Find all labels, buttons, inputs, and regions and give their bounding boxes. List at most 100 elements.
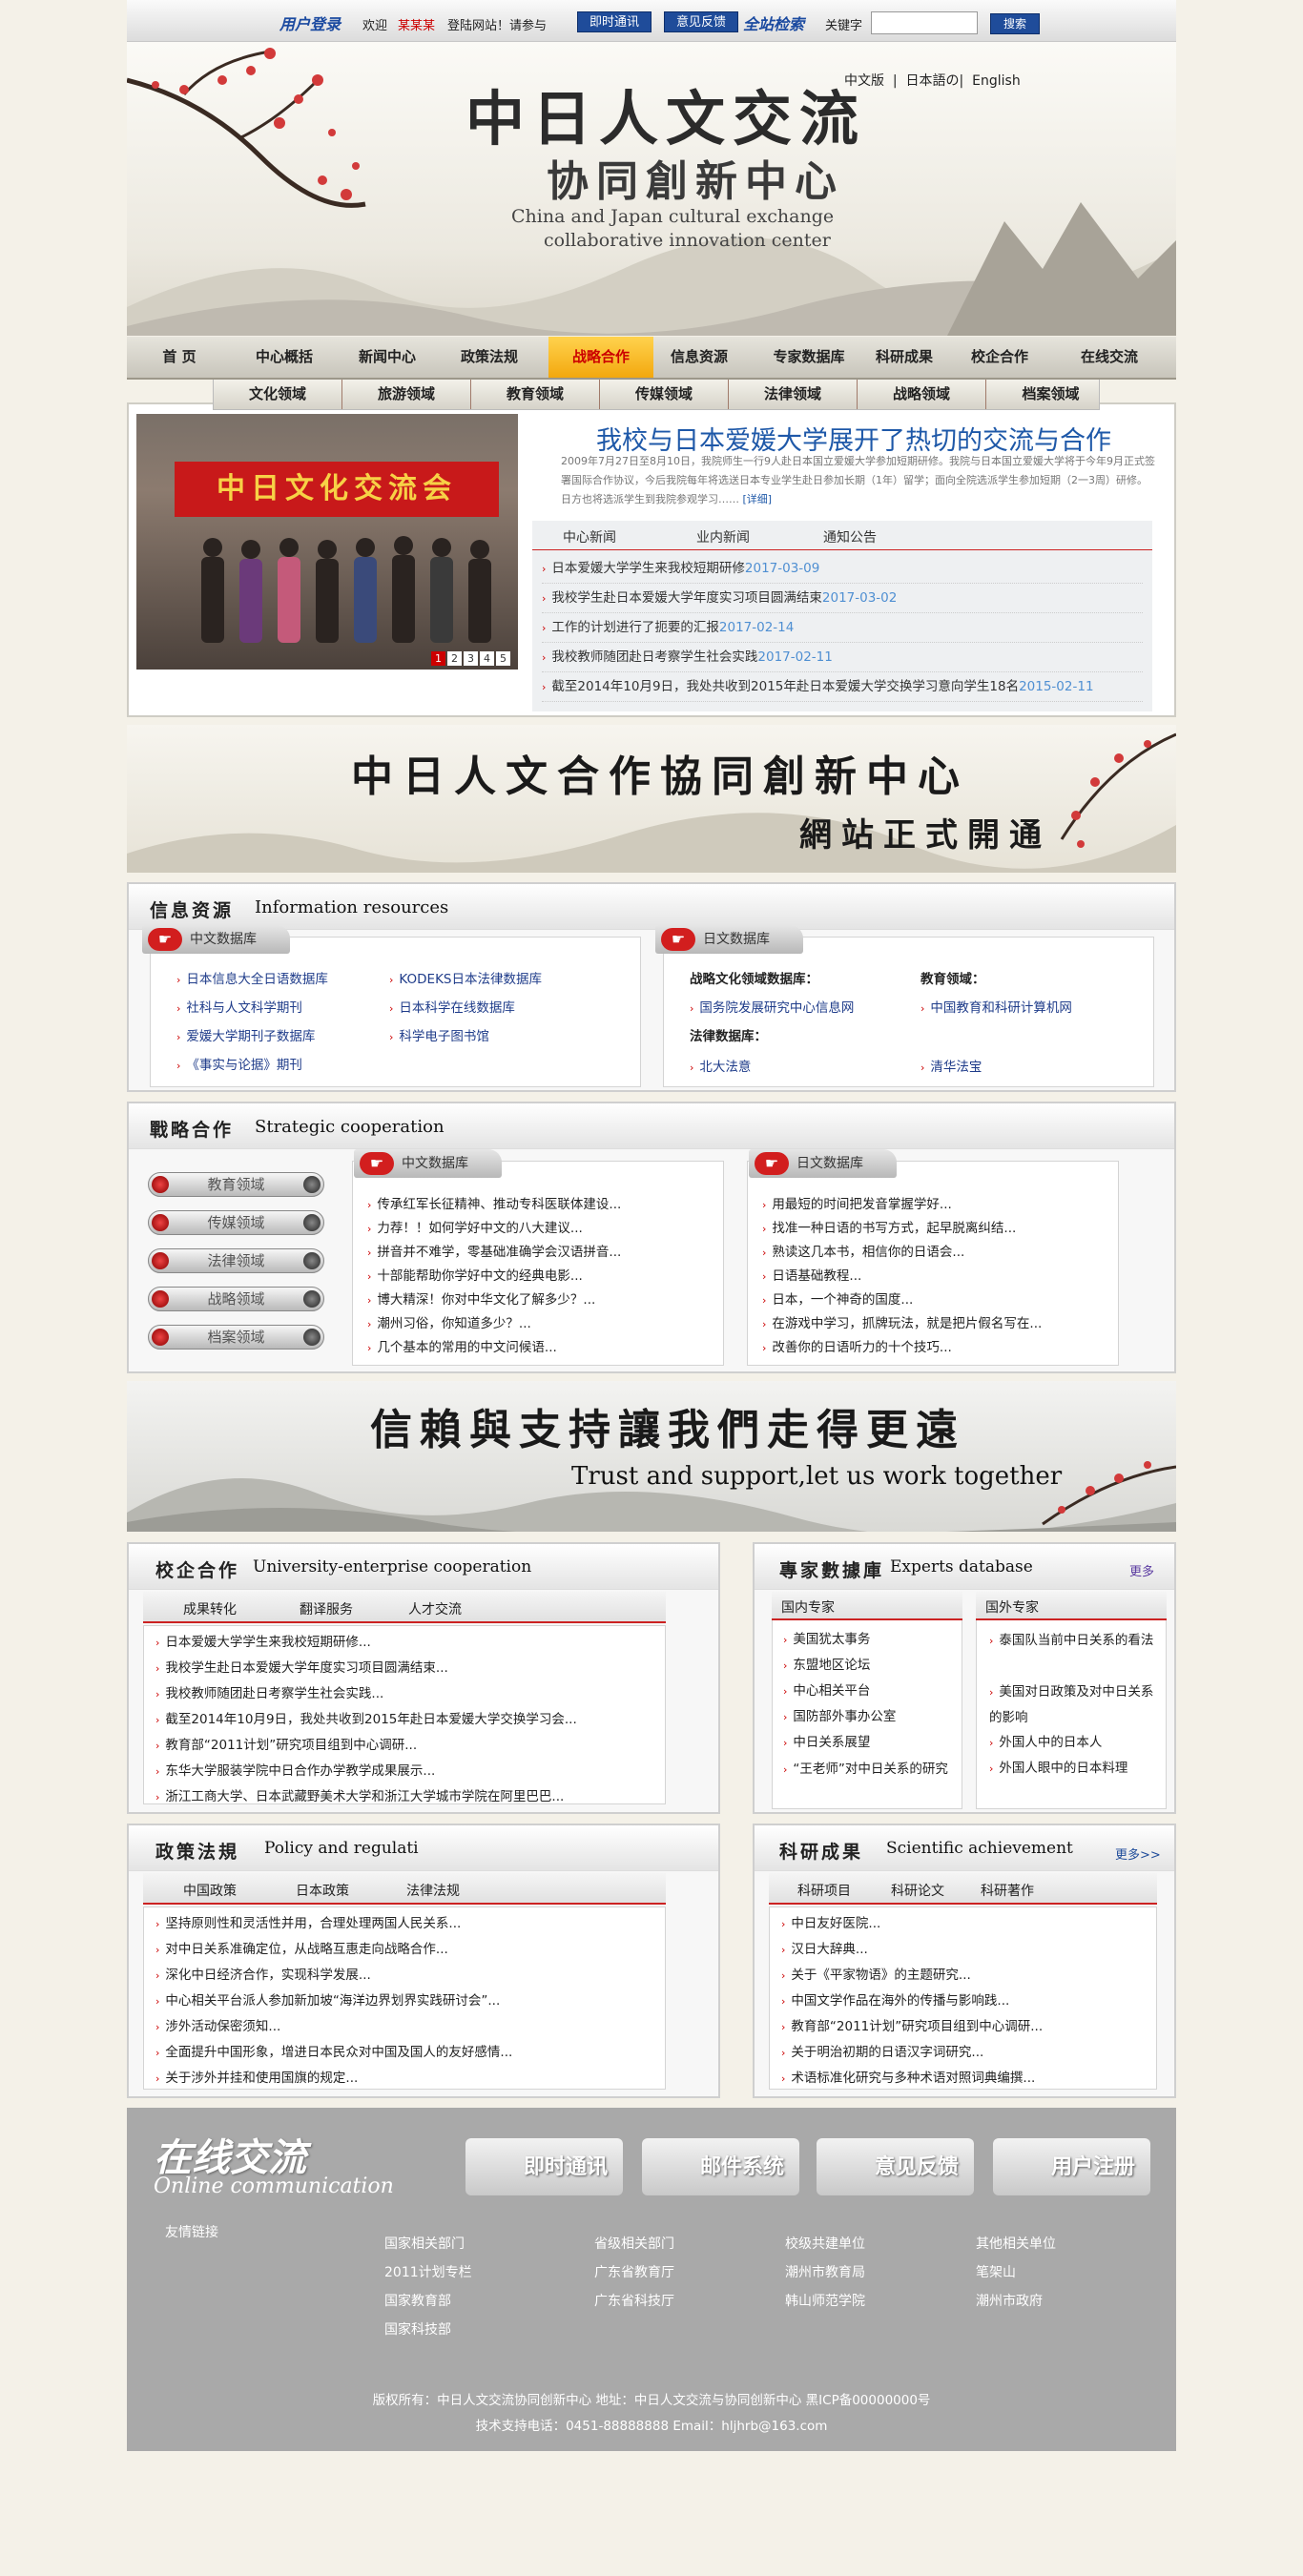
lang-japanese[interactable]: 日本語の xyxy=(906,73,960,89)
list-item[interactable]: › 涉外活动保密须知... xyxy=(155,2015,280,2034)
research-more-link[interactable]: 更多>> xyxy=(1115,1844,1161,1863)
instant-message-button[interactable]: 即时通讯 xyxy=(577,11,652,32)
pager-3[interactable]: 3 xyxy=(464,651,478,666)
pager-2[interactable]: 2 xyxy=(447,651,462,666)
list-item[interactable]: › 浙江工商大学、日本武藏野美术大学和浙江大学城市学院在阿里巴巴... xyxy=(155,1785,564,1804)
search-input[interactable] xyxy=(871,11,978,34)
tab-research-books[interactable]: 科研著作 xyxy=(981,1881,1034,1900)
cn-database-tab[interactable]: ☛ 中文数据库 xyxy=(142,925,290,954)
lang-english[interactable]: English xyxy=(972,73,1021,89)
list-item[interactable]: › 全面提升中国形象，增进日本民众对中国及国人的友好感情... xyxy=(155,2041,512,2060)
field-education-button[interactable]: 教育领域 xyxy=(148,1172,324,1197)
user-login-link[interactable]: 用户登录 xyxy=(279,11,341,34)
nav-experts[interactable]: 专家数据库 xyxy=(756,337,861,378)
list-item[interactable]: › 在游戏中学习，抓牌玩法，就是把片假名写在... xyxy=(762,1312,1042,1331)
list-item[interactable]: › 传承红军长征精神、推动专科医联体建设... xyxy=(367,1193,621,1212)
list-item[interactable]: › 《事实与论据》期刊 xyxy=(176,1054,302,1073)
list-item[interactable]: › 教育部“2011计划”研究项目组到中心调研... xyxy=(155,1734,417,1753)
list-item[interactable]: › 中日友好医院... xyxy=(781,1912,880,1931)
footer-link[interactable]: 2011计划专栏 xyxy=(384,2262,472,2281)
list-item[interactable]: › 教育部“2011计划”研究项目组到中心调研... xyxy=(781,2015,1043,2034)
footer-link[interactable]: 校级共建单位 xyxy=(785,2234,865,2253)
tab-notices[interactable]: 通知公告 xyxy=(823,527,877,546)
list-item[interactable]: › 北大法意 xyxy=(690,1056,751,1075)
nav-policy[interactable]: 政策法规 xyxy=(446,337,532,378)
footer-link[interactable]: 省级相关部门 xyxy=(594,2234,674,2253)
footer-link[interactable]: 国家科技部 xyxy=(384,2319,451,2339)
news-photo-slider[interactable]: 中日文化交流会 12345 xyxy=(136,414,518,670)
list-item[interactable]: › 中心相关平台派人参加新加坡“海洋边界划界实践研讨会”... xyxy=(155,1989,500,2009)
subnav-law[interactable]: 法律领域 xyxy=(729,380,858,409)
list-item[interactable]: › 外国人眼中的日本料理 xyxy=(989,1757,1127,1776)
list-item[interactable]: › 中日关系展望 xyxy=(783,1731,870,1750)
list-item[interactable]: › 日语基础教程... xyxy=(762,1265,861,1284)
tab-japan-policy[interactable]: 日本政策 xyxy=(296,1881,349,1900)
subnav-tourism[interactable]: 旅游领域 xyxy=(342,380,471,409)
list-item[interactable]: › 中心相关平台 xyxy=(783,1680,870,1699)
list-item[interactable]: › 科学电子图书馆 xyxy=(389,1025,489,1044)
nav-uni-enterprise[interactable]: 校企合作 xyxy=(957,337,1043,378)
cn-database-tab[interactable]: ☛ 中文数据库 xyxy=(354,1149,502,1178)
list-item[interactable]: › 深化中日经济合作，实现科学发展... xyxy=(155,1964,371,1983)
list-item[interactable]: › 中国教育和科研计算机网 xyxy=(920,997,1072,1016)
field-archive-button[interactable]: 档案领域 xyxy=(148,1325,324,1350)
list-item[interactable]: › 汉日大辞典... xyxy=(781,1938,868,1957)
nav-research[interactable]: 科研成果 xyxy=(861,337,947,378)
footer-link[interactable]: 韩山师范学院 xyxy=(785,2291,865,2310)
list-item[interactable]: › 找准一种日语的书写方式，起早脱离纠结... xyxy=(762,1217,1016,1236)
tab-talent-exchange[interactable]: 人才交流 xyxy=(408,1599,462,1618)
mail-system-button[interactable]: 邮件系统 xyxy=(642,2138,799,2195)
list-item[interactable]: › 对中日关系准确定位，从战略互惠走向战略合作... xyxy=(155,1938,448,1957)
list-item[interactable]: › 截至2014年10月9日，我处共收到2015年赴日本爱媛大学交换学习会... xyxy=(155,1708,577,1727)
list-item[interactable]: › 东华大学服装学院中日合作办学教学成果展示... xyxy=(155,1760,435,1779)
jp-database-tab[interactable]: ☛ 日文数据库 xyxy=(655,925,803,954)
tab-china-policy[interactable]: 中国政策 xyxy=(183,1881,237,1900)
list-item[interactable]: › 改善你的日语听力的十个技巧... xyxy=(762,1336,952,1355)
list-item[interactable]: › 国防部外事办公室 xyxy=(783,1705,896,1724)
experts-more-link[interactable]: 更多 xyxy=(1129,1561,1154,1579)
list-item[interactable]: › 工作的计划进行了扼要的汇报2017-02-14 xyxy=(542,613,1143,643)
news-detail-link[interactable]: [详细] xyxy=(743,493,773,505)
nav-info-resources[interactable]: 信息资源 xyxy=(656,337,742,378)
footer-link[interactable]: 笔架山 xyxy=(976,2262,1016,2281)
subnav-education[interactable]: 教育领域 xyxy=(471,380,600,409)
list-item[interactable]: › 东盟地区论坛 xyxy=(783,1654,870,1673)
nav-online[interactable]: 在线交流 xyxy=(1066,337,1152,378)
feedback-button[interactable]: 意见反馈 xyxy=(817,2138,974,2195)
nav-home[interactable]: 首 页 xyxy=(136,337,222,378)
footer-link[interactable]: 国家相关部门 xyxy=(384,2234,465,2253)
tab-laws[interactable]: 法律法规 xyxy=(406,1881,460,1900)
list-item[interactable]: › 我校教师随团赴日考察学生社会实践... xyxy=(155,1682,383,1701)
tab-research-papers[interactable]: 科研论文 xyxy=(891,1881,944,1900)
pager-1[interactable]: 1 xyxy=(431,651,445,666)
list-item[interactable]: › 美国对日政策及对中日关系的影响 xyxy=(989,1680,1161,1730)
foreign-experts-label[interactable]: 国外专家 xyxy=(985,1597,1039,1617)
list-item[interactable]: › 关于明治初期的日语汉字词研究... xyxy=(781,2041,983,2060)
pager-4[interactable]: 4 xyxy=(480,651,494,666)
list-item[interactable]: › 十部能帮助你学好中文的经典电影... xyxy=(367,1265,583,1284)
list-item[interactable]: › 外国人中的日本人 xyxy=(989,1731,1102,1750)
footer-link[interactable]: 国家教育部 xyxy=(384,2291,451,2310)
list-item[interactable]: › 我校学生赴日本爱媛大学年度实习项目圆满结束2017-03-02 xyxy=(542,584,1143,613)
search-button[interactable]: 搜索 xyxy=(990,13,1040,34)
im-button[interactable]: 即时通讯 xyxy=(465,2138,623,2195)
subnav-archive[interactable]: 档案领域 xyxy=(986,380,1115,409)
list-item[interactable]: › 关于《平家物语》的主题研究... xyxy=(781,1964,971,1983)
pager-5[interactable]: 5 xyxy=(496,651,510,666)
footer-link[interactable]: 潮州市政府 xyxy=(976,2291,1043,2310)
list-item[interactable]: › 美国犹太事务 xyxy=(783,1628,870,1647)
list-item[interactable]: › 日本爱媛大学学生来我校短期研修... xyxy=(155,1631,371,1650)
field-media-button[interactable]: 传媒领域 xyxy=(148,1210,324,1235)
list-item[interactable]: › 社科与人文科学期刊 xyxy=(176,997,302,1016)
lang-chinese[interactable]: 中文版 xyxy=(844,73,884,89)
list-item[interactable]: › 关于涉外并挂和使用国旗的规定... xyxy=(155,2067,358,2086)
list-item[interactable]: › 爱媛大学期刊子数据库 xyxy=(176,1025,315,1044)
list-item[interactable]: › 日本信息大全日语数据库 xyxy=(176,968,328,987)
subnav-strategy[interactable]: 战略领域 xyxy=(858,380,986,409)
list-item[interactable]: › 截至2014年10月9日，我处共收到2015年赴日本爱媛大学交换学习意向学生1… xyxy=(542,672,1143,702)
tab-research-projects[interactable]: 科研项目 xyxy=(797,1881,851,1900)
list-item[interactable]: › 清华法宝 xyxy=(920,1056,982,1075)
list-item[interactable]: › 日本，一个神奇的国度... xyxy=(762,1288,913,1308)
nav-news-center[interactable]: 新闻中心 xyxy=(344,337,430,378)
list-item[interactable]: › 我校学生赴日本爱媛大学年度实习项目圆满结束... xyxy=(155,1657,448,1676)
